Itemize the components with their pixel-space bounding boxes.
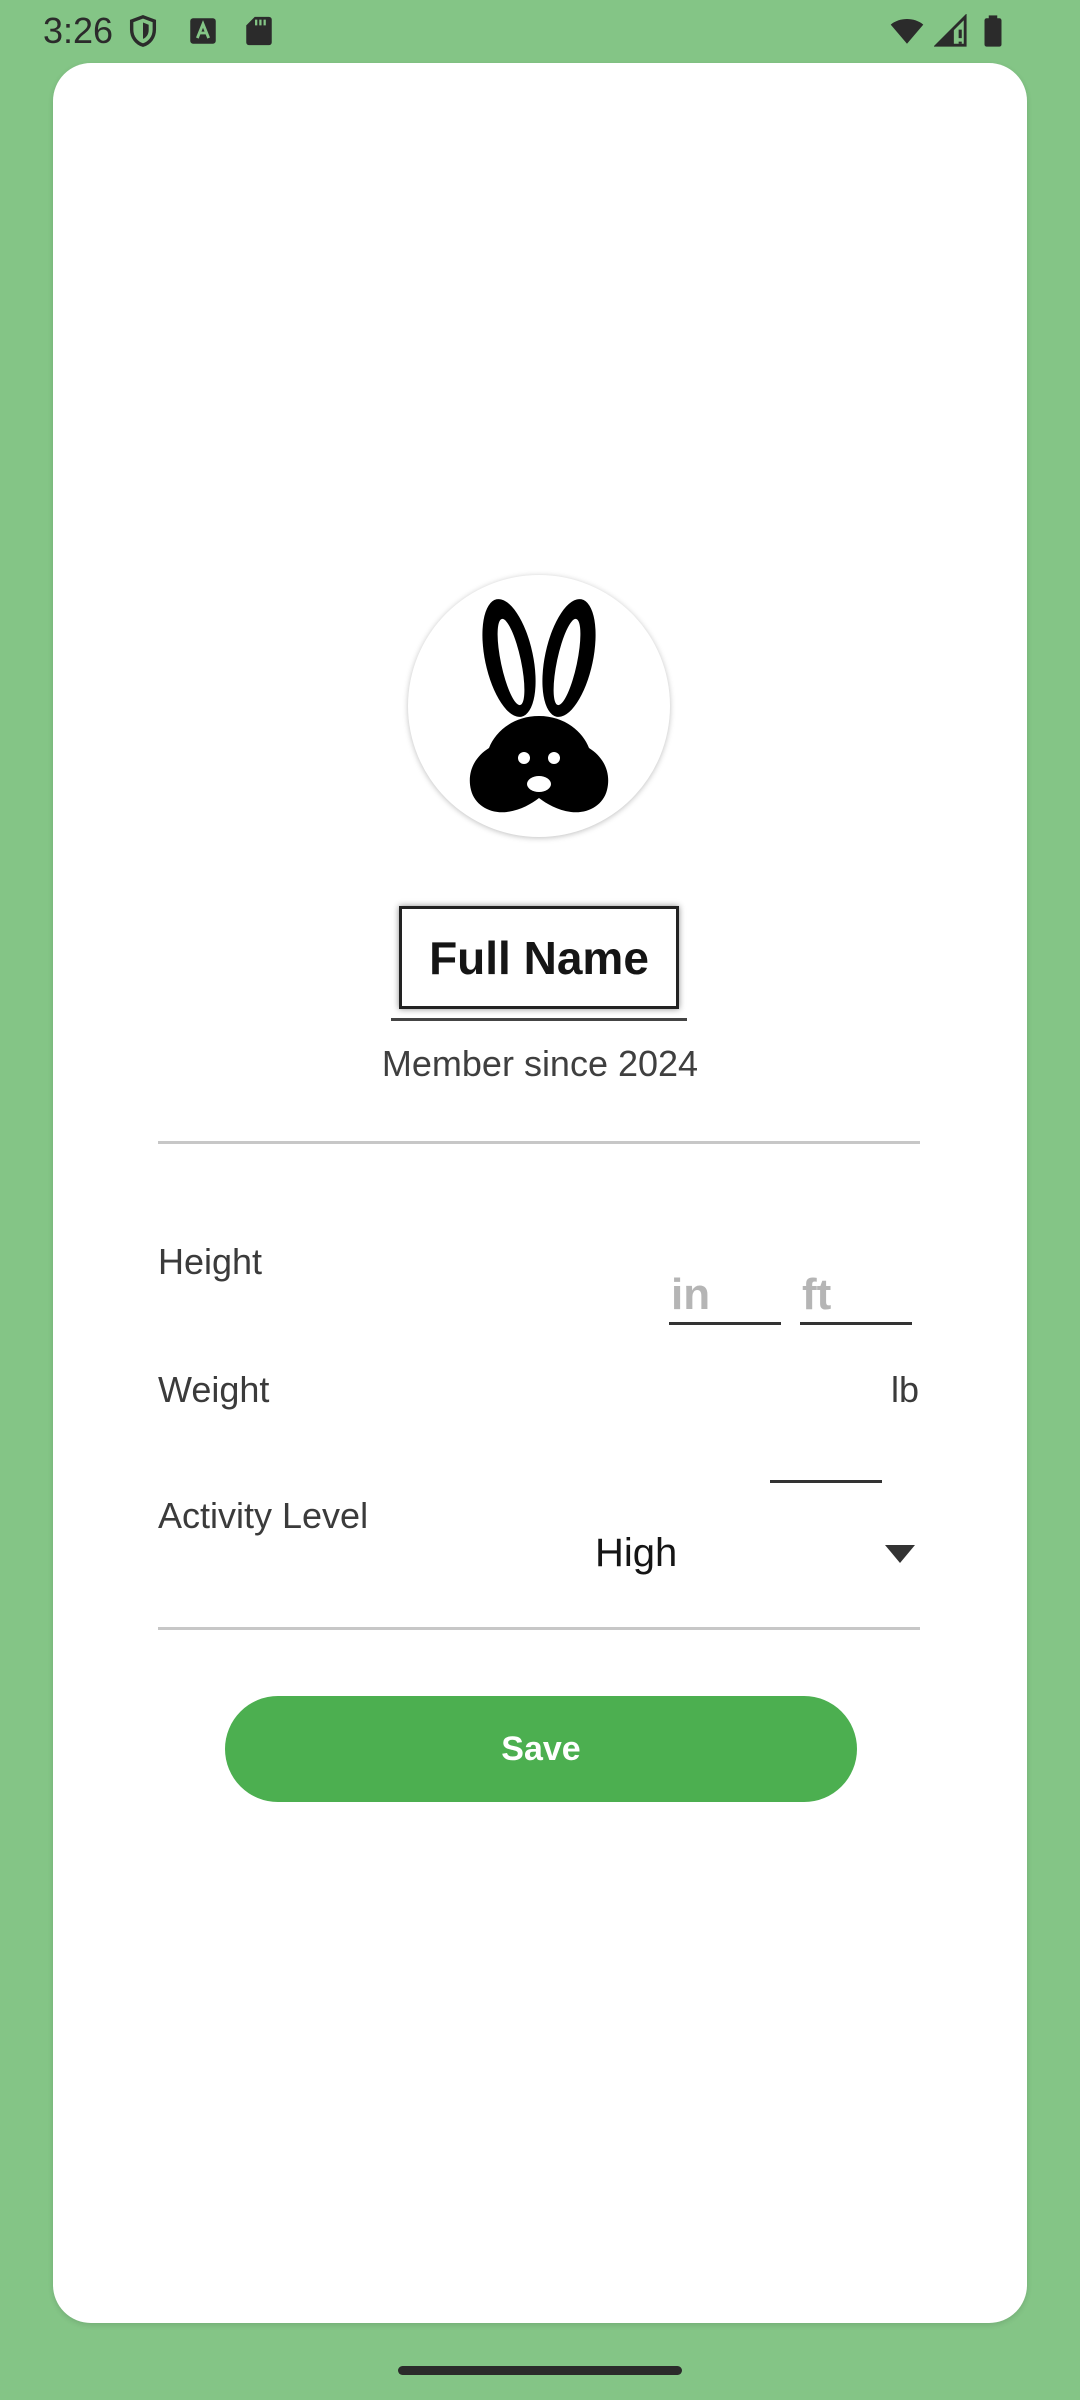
member-since-text: Member since 2024 — [381, 1043, 699, 1084]
profile-card: Full Name Member since 2024 Height in ft… — [53, 63, 1027, 2323]
height-inches-input[interactable]: in — [669, 1265, 781, 1325]
top-divider — [158, 1141, 920, 1144]
avatar[interactable] — [408, 575, 670, 837]
name-field[interactable]: Full Name — [391, 903, 687, 1021]
height-feet-input[interactable]: ft — [800, 1265, 912, 1325]
bottom-divider — [158, 1627, 920, 1630]
save-button[interactable]: Save — [225, 1696, 857, 1802]
weight-unit: lb — [891, 1369, 920, 1410]
name-input[interactable]: Full Name — [399, 906, 679, 1009]
battery-icon — [980, 14, 1006, 48]
dropdown-arrow-icon — [885, 1545, 915, 1563]
activity-level-value: High — [595, 1531, 678, 1575]
activity-level-select[interactable]: High — [583, 1513, 943, 1593]
status-time: 3:26 — [43, 10, 114, 51]
shield-icon — [126, 14, 160, 48]
weight-input[interactable] — [770, 1423, 882, 1483]
sd-card-icon — [242, 14, 276, 48]
weight-label: Weight — [158, 1369, 270, 1410]
home-indicator[interactable] — [398, 2366, 682, 2375]
status-bar: 3:26 — [0, 0, 1080, 62]
signal-icon — [934, 14, 968, 48]
wifi-icon — [888, 14, 926, 48]
activity-level-label: Activity Level — [158, 1495, 369, 1536]
height-label: Height — [158, 1241, 263, 1282]
text-a-icon — [186, 14, 220, 48]
bunny-icon — [469, 599, 609, 813]
